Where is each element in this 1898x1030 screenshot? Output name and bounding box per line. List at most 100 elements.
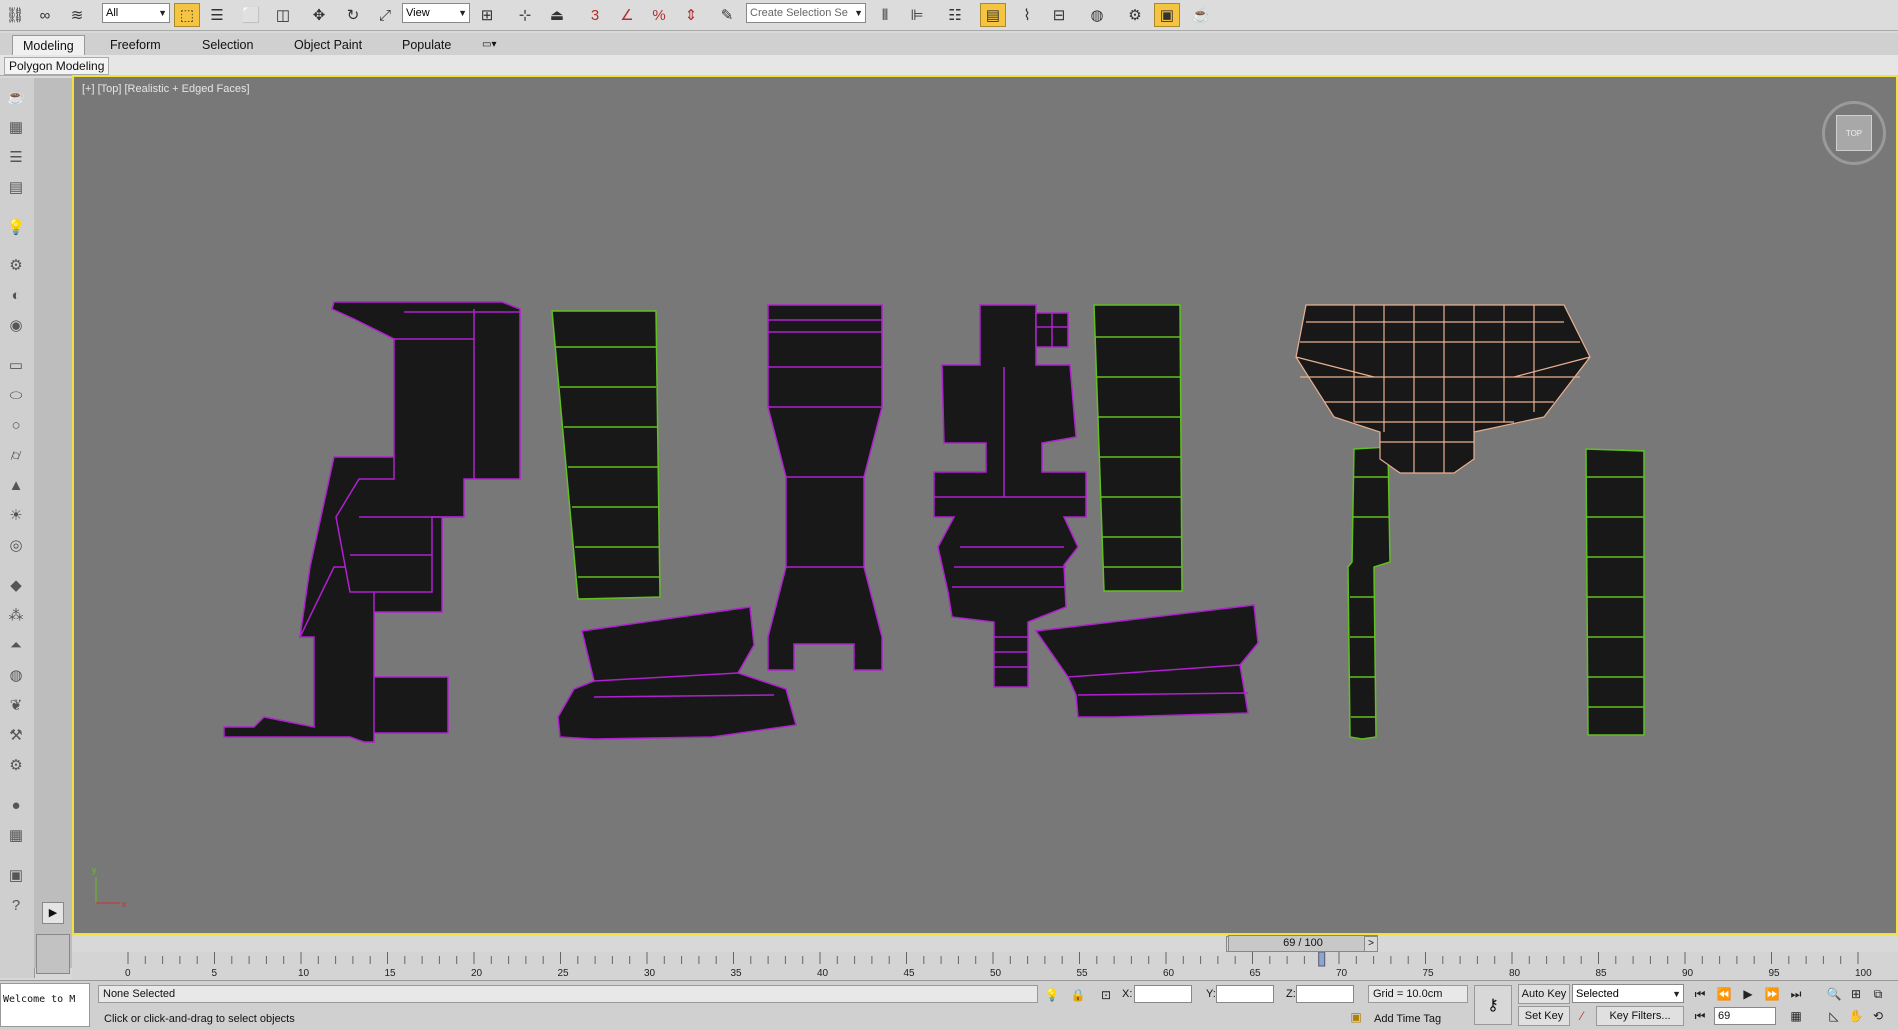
fov-icon[interactable]: ◺: [1824, 1006, 1844, 1026]
list-icon[interactable]: ☰: [3, 146, 29, 168]
tab-object-paint[interactable]: Object Paint: [284, 35, 372, 55]
grid-icon[interactable]: ▦: [3, 824, 29, 846]
select-by-name-icon[interactable]: ☰: [204, 3, 230, 27]
pyramid-icon[interactable]: ⏶: [3, 634, 29, 656]
go-to-end-icon[interactable]: ⏭: [1786, 984, 1806, 1004]
edit-named-sel-icon[interactable]: ✎: [714, 3, 740, 27]
ribbon-options-icon[interactable]: ▭▾: [472, 35, 506, 55]
keyboard-shortcut-icon[interactable]: ⏏: [544, 3, 570, 27]
x-coord-field[interactable]: [1134, 985, 1192, 1003]
y-coord-field[interactable]: [1216, 985, 1274, 1003]
pivot-icon[interactable]: ⊞: [474, 3, 500, 27]
move-icon[interactable]: ✥: [306, 3, 332, 27]
image-icon[interactable]: ▦: [3, 116, 29, 138]
manipulate-icon[interactable]: ⊹: [512, 3, 538, 27]
time-config-icon[interactable]: ▦: [1786, 1006, 1806, 1026]
select-object-icon[interactable]: ⬚: [174, 3, 200, 27]
current-frame-field[interactable]: 69: [1714, 1007, 1776, 1025]
time-tag-icon[interactable]: ▣: [1346, 1007, 1366, 1027]
tab-populate[interactable]: Populate: [392, 35, 461, 55]
cylinder-icon[interactable]: ⌭: [3, 444, 29, 466]
schematic-icon[interactable]: ⊟: [1046, 3, 1072, 27]
lightbulb-icon[interactable]: 💡: [3, 216, 29, 238]
z-coord-field[interactable]: [1296, 985, 1354, 1003]
box-icon[interactable]: ◆: [3, 574, 29, 596]
render-icon-2[interactable]: ◉: [3, 314, 29, 336]
render-icon[interactable]: ☕: [1188, 3, 1214, 27]
rotate-icon[interactable]: ↻: [340, 3, 366, 27]
teapot-icon[interactable]: ☕: [3, 86, 29, 108]
ref-coord-dropdown[interactable]: View ▼: [402, 3, 470, 23]
percent-snap-icon[interactable]: %: [646, 3, 672, 27]
globe-icon[interactable]: ◍: [3, 664, 29, 686]
curve-editor-icon[interactable]: ⌇: [1014, 3, 1040, 27]
align-icon[interactable]: ⊫: [904, 3, 930, 27]
speaker-icon[interactable]: ◐: [3, 284, 29, 306]
rendered-frame-icon[interactable]: ▣: [1154, 3, 1180, 27]
tab-selection[interactable]: Selection: [192, 35, 263, 55]
maxscript-listener[interactable]: Welcome to M: [0, 983, 90, 1027]
pan-icon[interactable]: ✋: [1846, 1006, 1866, 1026]
named-selection-dropdown[interactable]: Create Selection Se ▼: [746, 3, 866, 23]
selection-filter-dropdown[interactable]: All ▼: [102, 3, 170, 23]
scale-icon[interactable]: ⤢: [372, 3, 398, 27]
material-editor-icon[interactable]: ◍: [1084, 3, 1110, 27]
add-time-tag[interactable]: Add Time Tag: [1374, 1013, 1441, 1025]
zoom-extents-icon[interactable]: ⧉: [1868, 984, 1888, 1004]
torus-icon[interactable]: ◎: [3, 534, 29, 556]
cone-icon[interactable]: ▲: [3, 474, 29, 496]
angle-snap-icon[interactable]: ∠: [614, 3, 640, 27]
viewport-top[interactable]: [+] [Top] [Realistic + Edged Faces] TOP: [72, 75, 1898, 935]
key-mode-dropdown[interactable]: Selected ▼: [1572, 984, 1684, 1003]
zoom-icon[interactable]: 🔍: [1824, 984, 1844, 1004]
plane-icon[interactable]: ▭: [3, 354, 29, 376]
auto-key-button[interactable]: Auto Key: [1518, 984, 1570, 1004]
particles-icon[interactable]: ⁂: [3, 604, 29, 626]
ball-icon[interactable]: ●: [3, 794, 29, 816]
absolute-mode-icon[interactable]: ⊡: [1096, 985, 1116, 1005]
link-icon[interactable]: ⛓: [2, 3, 28, 27]
help-icon[interactable]: ?: [3, 894, 29, 916]
disc-icon[interactable]: ⬭: [3, 384, 29, 406]
spinner-snap-icon[interactable]: ⇕: [678, 3, 704, 27]
window-crossing-icon[interactable]: ◫: [270, 3, 296, 27]
lock-icon[interactable]: 🔒: [1068, 985, 1088, 1005]
go-to-start-icon[interactable]: ⏮: [1690, 984, 1710, 1004]
rect-region-icon[interactable]: ⬜: [238, 3, 264, 27]
key-mode-toggle-icon[interactable]: ⏮: [1690, 1006, 1710, 1026]
key-filter-icon[interactable]: ⁄: [1572, 1006, 1592, 1026]
folder-icon[interactable]: ▣: [3, 864, 29, 886]
key-filters-button[interactable]: Key Filters...: [1596, 1006, 1684, 1026]
mini-listener-button[interactable]: [36, 934, 70, 974]
set-key-icon[interactable]: ⚷: [1474, 985, 1512, 1025]
mirror-icon[interactable]: ⫴: [872, 3, 898, 27]
next-frame-icon[interactable]: ⏩: [1762, 984, 1782, 1004]
sun-icon[interactable]: ☀: [3, 504, 29, 526]
table-icon[interactable]: ▤: [3, 176, 29, 198]
sphere-icon[interactable]: ○: [3, 414, 29, 436]
expand-panel-icon[interactable]: ▶: [42, 902, 64, 924]
tab-freeform[interactable]: Freeform: [100, 35, 171, 55]
render-setup-icon[interactable]: ⚙: [1122, 3, 1148, 27]
track-bar[interactable]: 0 5 10 15 20 25 30 35 40 45 50 55 60 65 70 75 80 85 90 95 10…: [72, 951, 1898, 980]
camera-icon[interactable]: ⚙: [3, 254, 29, 276]
isolate-icon[interactable]: 💡: [1042, 985, 1062, 1005]
play-icon[interactable]: ▶: [1738, 984, 1758, 1004]
graphite-icon[interactable]: ▤: [980, 3, 1006, 27]
polygon-modeling-label[interactable]: Polygon Modeling: [4, 57, 110, 75]
orbit-icon[interactable]: ⟲: [1868, 1006, 1888, 1026]
bind-spacewarp-icon[interactable]: ≋: [64, 3, 90, 27]
zoom-all-icon[interactable]: ⊞: [1846, 984, 1866, 1004]
set-key-button[interactable]: Set Key: [1518, 1006, 1570, 1026]
uv-mesh-canvas[interactable]: y x: [74, 77, 1896, 933]
unlink-icon[interactable]: ∞: [32, 3, 58, 27]
gear-icon[interactable]: ⚙: [3, 754, 29, 776]
snap-icon[interactable]: 3: [582, 3, 608, 27]
plant-icon[interactable]: ❦: [3, 694, 29, 716]
time-next-button[interactable]: >: [1364, 936, 1378, 952]
tab-modeling[interactable]: Modeling: [12, 35, 85, 55]
time-slider[interactable]: 69 / 100: [1228, 935, 1378, 952]
bone-icon[interactable]: ⚒: [3, 724, 29, 746]
layer-icon[interactable]: ☷: [942, 3, 968, 27]
prev-frame-icon[interactable]: ⏪: [1714, 984, 1734, 1004]
